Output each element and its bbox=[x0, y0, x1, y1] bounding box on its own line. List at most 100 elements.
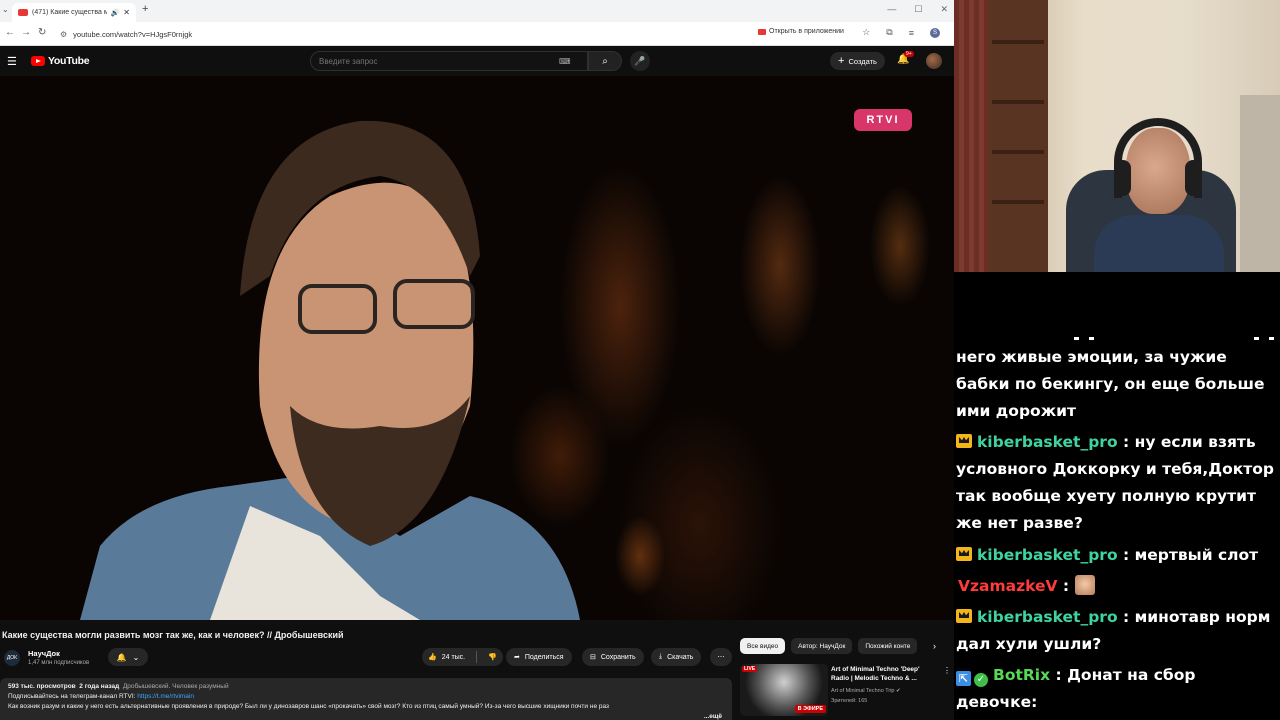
url-field[interactable]: ⚙ youtube.com/watch?v=HJgsF0rnjgk bbox=[60, 26, 750, 42]
forward-icon[interactable]: → bbox=[21, 27, 31, 38]
chevron-down-icon: ⌄ bbox=[132, 652, 140, 662]
video-player[interactable]: RTVI bbox=[0, 76, 954, 620]
chat-username[interactable]: VzamazkeV bbox=[958, 577, 1058, 595]
download-label: Скачать bbox=[667, 653, 694, 661]
notification-count: 9+ bbox=[904, 51, 914, 57]
recommended-video[interactable]: LIVE В ЭФИРЕ Art of Minimal Techno 'Deep… bbox=[740, 664, 951, 720]
media-control-icon[interactable]: ≡ bbox=[909, 28, 914, 38]
video-frame-speaker bbox=[80, 120, 580, 620]
bell-icon: 🔔 bbox=[116, 652, 127, 662]
download-icon: ⤓ bbox=[659, 653, 663, 660]
recommended-channel[interactable]: Art of Minimal Techno Trip ✔ bbox=[831, 688, 901, 694]
browser-tab[interactable]: (471) Какие существа могли 🔊 ✕ bbox=[12, 3, 136, 22]
chat-username[interactable]: BotRix bbox=[993, 666, 1050, 684]
more-actions-button[interactable]: ⋯ bbox=[710, 648, 732, 666]
share-button[interactable]: ➦ Поделиться bbox=[506, 648, 572, 666]
account-avatar[interactable] bbox=[926, 53, 942, 69]
shelf-board bbox=[992, 40, 1044, 44]
plus-icon: + bbox=[838, 55, 845, 67]
site-info-icon[interactable]: ⚙ bbox=[60, 30, 67, 39]
maximize-icon[interactable]: ☐ bbox=[914, 4, 922, 15]
recommended-viewers: Зрителей: 165 bbox=[831, 698, 868, 704]
browser-window: ⌄ (471) Какие существа могли 🔊 ✕ + — ☐ ✕… bbox=[0, 0, 954, 720]
bookmark-star-icon[interactable]: ☆ bbox=[862, 27, 870, 38]
tab-search-icon[interactable]: ⌄ bbox=[2, 5, 9, 14]
thumbs-down-icon[interactable]: 👎 bbox=[488, 653, 497, 661]
upload-age: 2 года назад bbox=[79, 683, 120, 690]
chat-cut-line bbox=[956, 327, 1276, 341]
video-title: Какие существа могли развить мозг так же… bbox=[2, 630, 344, 640]
webcam-shelf bbox=[988, 0, 1048, 272]
close-tab-icon[interactable]: ✕ bbox=[123, 8, 130, 17]
chat-message: ⇱✓BotRix : Донат на сбор девочке: https:… bbox=[956, 662, 1276, 720]
youtube-app-icon bbox=[758, 28, 766, 35]
video-tags: Дробышевский. Человек разумный bbox=[122, 683, 229, 690]
chat-message: kiberbasket_pro : минотавр норм дал хули… bbox=[956, 604, 1276, 658]
recommendation-chips: Все видео Автор: НаучДок Похожий конте bbox=[740, 638, 950, 654]
verified-badge-icon: ✓ bbox=[974, 673, 988, 687]
save-button[interactable]: ⊟ Сохранить bbox=[582, 648, 644, 666]
window-controls: — ☐ ✕ bbox=[887, 4, 948, 15]
close-window-icon[interactable]: ✕ bbox=[940, 4, 948, 15]
telegram-text: Подписывайтесь на телеграм-канал RTVI: bbox=[8, 693, 136, 700]
youtube-logo[interactable]: YouTube bbox=[31, 55, 90, 67]
verified-icon: ✔ bbox=[896, 688, 901, 694]
telegram-link[interactable]: https://t.me/rtvimain bbox=[137, 693, 194, 700]
rtvi-watermark: RTVI bbox=[854, 109, 912, 131]
chat-message: kiberbasket_pro : ну если взять условног… bbox=[956, 429, 1276, 537]
webcam-curtain bbox=[954, 0, 988, 272]
bookmark-icon: ⊟ bbox=[590, 654, 596, 661]
channel-name[interactable]: НаучДок bbox=[28, 649, 60, 658]
chip-author[interactable]: Автор: НаучДок bbox=[791, 638, 853, 654]
bot-badge-icon: ⇱ bbox=[956, 671, 971, 686]
on-air-badge: В ЭФИРЕ bbox=[794, 705, 826, 713]
chat-username[interactable]: kiberbasket_pro bbox=[977, 433, 1118, 451]
show-more-link[interactable]: ...ещё bbox=[699, 712, 722, 720]
description-box[interactable]: 593 тыс. просмотров 2 года назад Дробыше… bbox=[0, 678, 732, 720]
url-text: youtube.com/watch?v=HJgsF0rnjgk bbox=[73, 29, 193, 39]
chevron-right-icon[interactable]: › bbox=[933, 641, 936, 651]
chat-username[interactable]: kiberbasket_pro bbox=[977, 546, 1118, 564]
like-count: 24 тыс. bbox=[441, 653, 466, 661]
speaker-icon[interactable]: 🔊 bbox=[111, 9, 120, 17]
search-icon: ⌕ bbox=[602, 55, 608, 67]
subscriber-count: 1,47 млн подписчиков bbox=[28, 660, 90, 666]
recommended-title[interactable]: Art of Minimal Techno 'Deep' Radio | Mel… bbox=[831, 665, 935, 683]
extensions-icon[interactable]: ⧉ bbox=[886, 27, 892, 38]
download-button[interactable]: ⤓ Скачать bbox=[651, 648, 702, 666]
open-in-app-button[interactable]: Открыть в приложении bbox=[758, 28, 844, 35]
voice-search-button[interactable]: 🎤 bbox=[630, 51, 650, 71]
open-in-app-label: Открыть в приложении bbox=[769, 28, 844, 35]
subscription-bell-button[interactable]: 🔔 ⌄ bbox=[108, 648, 148, 666]
minimize-icon[interactable]: — bbox=[887, 4, 896, 15]
notifications-button[interactable]: 🔔 9+ bbox=[897, 51, 914, 65]
reload-icon[interactable]: ↻ bbox=[38, 27, 46, 38]
address-bar: ← → ↻ ⚙ youtube.com/watch?v=HJgsF0rnjgk … bbox=[0, 22, 954, 46]
chip-related[interactable]: Похожий конте bbox=[858, 638, 918, 654]
like-divider bbox=[476, 651, 478, 663]
shelf-board bbox=[992, 150, 1044, 154]
youtube-logo-icon bbox=[31, 56, 45, 66]
search-input[interactable] bbox=[319, 56, 559, 66]
more-vert-icon[interactable]: ⋮ bbox=[943, 666, 951, 675]
like-button[interactable]: 👍 24 тыс. 👎 bbox=[422, 648, 503, 666]
crown-badge-icon bbox=[956, 434, 972, 448]
menu-icon[interactable]: ☰ bbox=[7, 55, 17, 68]
recommended-channel-name: Art of Minimal Techno Trip bbox=[831, 688, 895, 694]
channel-avatar[interactable]: ДОК bbox=[4, 650, 20, 666]
recommended-thumbnail[interactable]: LIVE В ЭФИРЕ bbox=[740, 664, 828, 716]
thumbs-up-icon: 👍 bbox=[428, 654, 437, 661]
new-tab-button[interactable]: + bbox=[142, 3, 148, 15]
search-box: ⌨ bbox=[310, 51, 588, 71]
webcam-door bbox=[1240, 95, 1280, 272]
profile-icon[interactable]: S bbox=[930, 27, 940, 38]
create-button[interactable]: + Создать bbox=[830, 52, 885, 70]
save-label: Сохранить bbox=[600, 653, 636, 661]
youtube-favicon-icon bbox=[18, 9, 28, 16]
search-button[interactable]: ⌕ bbox=[588, 51, 622, 71]
shelf-board bbox=[992, 100, 1044, 104]
chip-all-videos[interactable]: Все видео bbox=[740, 638, 786, 654]
back-icon[interactable]: ← bbox=[5, 27, 15, 38]
keyboard-icon[interactable]: ⌨ bbox=[559, 57, 571, 66]
chat-username[interactable]: kiberbasket_pro bbox=[977, 608, 1118, 626]
